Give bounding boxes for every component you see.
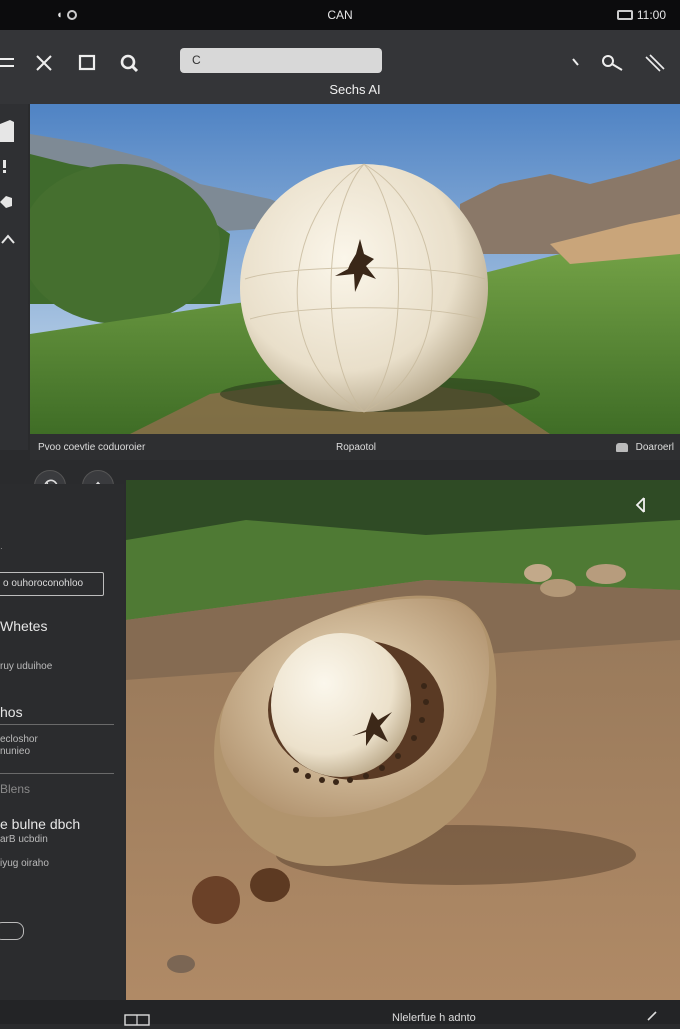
search-input[interactable]: C [180, 48, 382, 73]
image-panel-top[interactable] [30, 104, 680, 434]
grid-icon[interactable] [124, 1014, 150, 1026]
tag-icon[interactable] [0, 194, 16, 216]
caption-right[interactable]: Doaroerl [636, 442, 674, 453]
search-icon[interactable] [116, 50, 142, 76]
caption-right-group[interactable]: Doaroerl [615, 442, 674, 453]
sidebar-select-box[interactable]: o ouhoroconohloo [0, 572, 104, 596]
image-caption-bar: Pvoo coevtie coduoroier Ropaotol Doaroer… [30, 434, 680, 460]
status-left: ◖ [56, 9, 77, 21]
bottom-bar: Nlelerfue h adnto [0, 1000, 680, 1026]
menu-icon[interactable] [0, 50, 18, 76]
close-icon[interactable] [31, 50, 57, 76]
sidebar-sub-1: ruy uduihoe [0, 661, 53, 672]
sidebar-heading-4[interactable]: e bulne dbch [0, 816, 80, 832]
caption-left: Pvoo coevtie coduoroier [38, 441, 146, 453]
sidebar-sub-4: arB ucbdin [0, 834, 48, 845]
status-bar: ◖ CAN 11:00 [0, 0, 680, 30]
tick-icon[interactable] [562, 50, 588, 76]
sidebar-divider-1 [0, 724, 114, 725]
bottom-center-text: Nlelerfue h adnto [392, 1012, 476, 1024]
sidebar-heading-3[interactable]: Blens [0, 782, 30, 796]
sidebar-sub-3: nunieo [0, 746, 31, 757]
chevron-up-icon[interactable] [0, 232, 16, 254]
image-panel-bottom[interactable] [126, 480, 680, 1000]
square-icon[interactable] [74, 50, 100, 76]
download-icon[interactable] [615, 442, 628, 452]
sidebar-sub-5: iyug oiraho [0, 858, 49, 869]
status-title: CAN [327, 8, 353, 22]
status-time: 11:00 [636, 8, 666, 22]
camera-icon [66, 10, 77, 20]
sidebar-heading-2[interactable]: hos [0, 704, 23, 720]
folder-icon[interactable] [0, 120, 16, 142]
toolbar-title: Sechs AI [329, 82, 381, 97]
toolbar: C Sechs AI [0, 30, 680, 104]
left-sidebar: · o ouhoroconohloo Whetes ruy uduihoe ho… [0, 484, 124, 1024]
pen-icon[interactable] [642, 50, 668, 76]
search-key-icon[interactable] [600, 50, 626, 76]
expand-icon[interactable] [646, 1010, 658, 1022]
signal-icon: ◖ [56, 9, 63, 21]
sidebar-toggle[interactable] [0, 922, 24, 940]
left-rail [0, 104, 28, 450]
seed-on-field-image [30, 104, 680, 434]
status-right: 11:00 [616, 8, 666, 22]
exclaim-icon[interactable] [0, 158, 16, 180]
sidebar-divider-2 [0, 773, 114, 774]
sidebar-sub-2: ecloshor [0, 734, 38, 745]
caption-mid: Ropaotol [336, 441, 377, 453]
split-seed-image [126, 480, 680, 1000]
battery-icon [616, 10, 633, 20]
collapse-arrow-icon[interactable] [634, 496, 648, 514]
sidebar-mark: · [0, 544, 3, 553]
sidebar-heading-1[interactable]: Whetes [0, 618, 47, 634]
